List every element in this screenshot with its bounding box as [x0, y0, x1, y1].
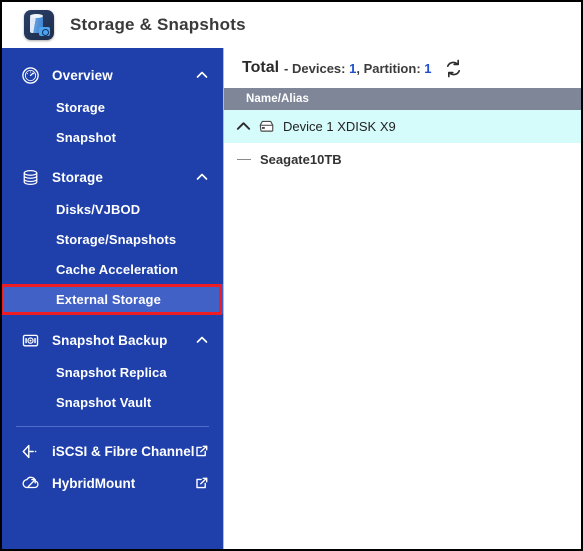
sidebar: Overview Storage Snapshot Storage Disks/…	[2, 48, 223, 549]
storage-snapshots-window: Storage & Snapshots Overview Storage Sna…	[0, 0, 583, 551]
sidebar-item-overview-storage[interactable]: Storage	[2, 92, 223, 122]
external-link-icon[interactable]	[195, 444, 209, 458]
main-content: Total - Devices: 1, Partition: 1 Name/Al…	[223, 48, 581, 549]
page-title: Storage & Snapshots	[70, 15, 246, 34]
sidebar-item-iscsi-fibre-channel[interactable]: iSCSI & Fibre Channel	[2, 435, 223, 467]
sidebar-group-label: Storage	[52, 169, 103, 185]
storage-snapshots-app-icon	[24, 10, 54, 40]
summary-comma: ,	[356, 60, 360, 76]
body-split: Overview Storage Snapshot Storage Disks/…	[2, 48, 581, 549]
partition-count: 1	[424, 60, 432, 76]
sidebar-item-overview-snapshot[interactable]: Snapshot	[2, 122, 223, 152]
external-link-icon[interactable]	[195, 476, 209, 490]
chevron-up-icon[interactable]	[195, 68, 209, 82]
titlebar: Storage & Snapshots	[2, 2, 581, 48]
sidebar-item-external-storage[interactable]: External Storage	[2, 284, 223, 314]
sidebar-item-label: HybridMount	[52, 475, 136, 491]
summary-bar: Total - Devices: 1, Partition: 1	[224, 48, 581, 88]
hybridmount-cloud-icon	[20, 473, 40, 493]
chevron-up-icon[interactable]	[195, 333, 209, 347]
sidebar-group-storage[interactable]: Storage	[2, 160, 223, 194]
sidebar-item-label: iSCSI & Fibre Channel	[52, 443, 195, 459]
table-column-headers: Name/Alias	[224, 88, 581, 110]
partition-name: Seagate10TB	[260, 152, 342, 167]
iscsi-arrow-icon	[20, 441, 40, 461]
snapshot-camera-icon	[20, 330, 40, 350]
table-row[interactable]: Seagate10TB	[224, 143, 581, 176]
sidebar-item-snapshot-replica[interactable]: Snapshot Replica	[2, 357, 223, 387]
sidebar-group-snapshot-backup[interactable]: Snapshot Backup	[2, 323, 223, 357]
gauge-icon	[20, 65, 40, 85]
partition-label: Partition:	[363, 60, 421, 76]
total-label: Total	[242, 59, 280, 76]
table-row[interactable]: Device 1 XDISK X9	[224, 110, 581, 143]
sidebar-group-label: Overview	[52, 67, 113, 83]
chevron-up-icon[interactable]	[195, 170, 209, 184]
sidebar-item-storage-snapshots[interactable]: Storage/Snapshots	[2, 224, 223, 254]
sidebar-item-snapshot-vault[interactable]: Snapshot Vault	[2, 387, 223, 417]
sidebar-item-disks-vjbod[interactable]: Disks/VJBOD	[2, 194, 223, 224]
devices-label: Devices:	[292, 60, 346, 76]
sidebar-group-label: Snapshot Backup	[52, 332, 168, 348]
dash-icon	[237, 158, 251, 161]
external-disk-icon	[256, 118, 276, 136]
sidebar-item-hybridmount[interactable]: HybridMount	[2, 467, 223, 499]
refresh-icon[interactable]	[443, 57, 465, 79]
sidebar-divider	[16, 426, 209, 427]
sidebar-group-overview[interactable]: Overview	[2, 58, 223, 92]
sidebar-item-cache-acceleration[interactable]: Cache Acceleration	[2, 254, 223, 284]
device-name: Device 1 XDISK X9	[283, 119, 396, 134]
chevron-up-icon[interactable]	[234, 118, 252, 136]
summary-separator: -	[284, 60, 289, 76]
column-header-name-alias: Name/Alias	[246, 93, 310, 105]
database-icon	[20, 167, 40, 187]
